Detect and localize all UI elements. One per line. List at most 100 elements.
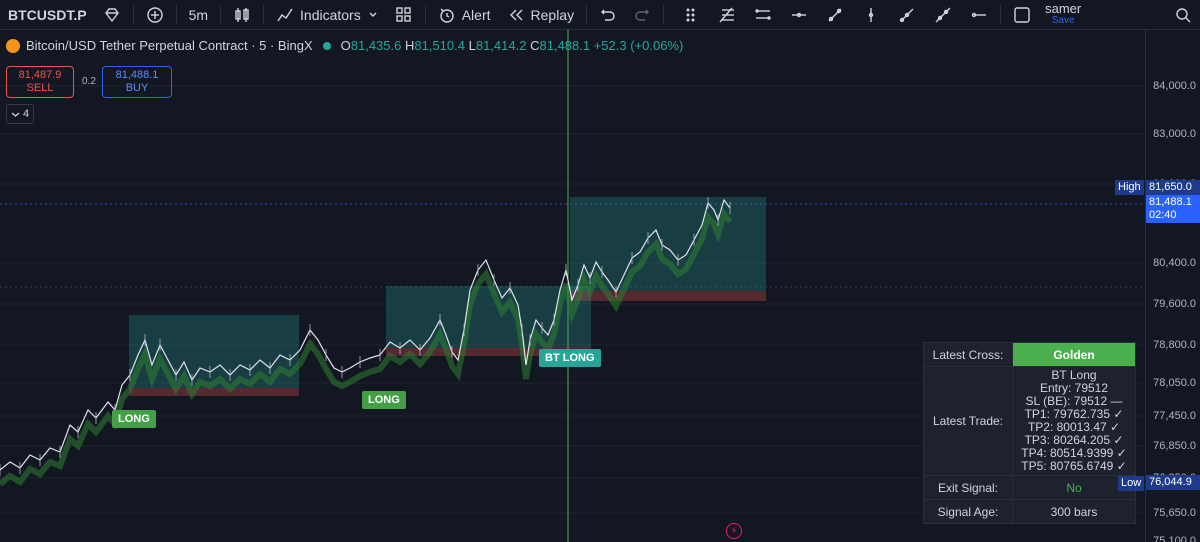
stop-loss-zone [129, 388, 299, 396]
symbol-title[interactable]: Bitcoin/USD Tether Perpetual Contract · … [26, 38, 313, 53]
compare-symbol-button[interactable] [95, 0, 129, 30]
low-label: L [468, 38, 476, 53]
price-tick-label: 77,450.0 [1153, 410, 1196, 422]
square-icon [1014, 6, 1030, 23]
search-icon [1176, 7, 1191, 22]
top-toolbar: BTCUSDT.P 5m Indicators Alert Replay sam… [0, 0, 1200, 30]
price-tick-label: 75,650.0 [1153, 507, 1196, 519]
toolbar-divider [663, 4, 665, 25]
price-axis[interactable]: 84,000.083,000.082,000.080,400.079,600.0… [1145, 30, 1200, 542]
high-label: H [404, 38, 415, 53]
extended-line-tool[interactable] [926, 0, 960, 30]
horizontal-ray-icon [971, 12, 987, 17]
buy-price: 81,488.1 [115, 69, 159, 81]
user-menu[interactable]: samer Save [1045, 0, 1082, 27]
horizontal-ray-tool-2[interactable] [962, 0, 996, 30]
bitcoin-icon [6, 38, 20, 53]
sell-button[interactable]: 81,487.9 SELL [6, 66, 74, 98]
toolbar-divider [132, 4, 134, 25]
bar-countdown: 02:40 [1149, 209, 1177, 221]
toolbar-divider [586, 4, 588, 25]
price-tick-label: 79,600.0 [1153, 298, 1196, 310]
sell-price: 81,487.9 [18, 69, 62, 81]
symbol-search[interactable]: BTCUSDT.P [0, 0, 95, 30]
open-label: O [340, 38, 351, 53]
high-price-badge: 81,650.0 [1146, 180, 1200, 195]
market-status-icon [322, 41, 331, 50]
price-tick-label: 78,800.0 [1153, 339, 1196, 351]
grid-icon [396, 6, 411, 22]
lightning-icon[interactable]: ⚡ [726, 523, 742, 539]
indicators-button[interactable]: Indicators [268, 0, 387, 30]
open-value: 81,435.6 [350, 38, 402, 53]
redo-button[interactable] [625, 0, 659, 30]
toolbar-divider [263, 4, 265, 25]
search-button[interactable] [1166, 0, 1200, 30]
interval-label: 5m [188, 6, 209, 23]
latest-cross-label: Latest Cross: [923, 342, 1013, 367]
price-tick-label: 75,100.0 [1153, 535, 1196, 542]
add-symbol-button[interactable] [138, 0, 172, 30]
price-tick-label: 80,400.0 [1153, 257, 1196, 269]
trend-line-tool[interactable] [818, 0, 852, 30]
long-signal-label[interactable]: LONG [112, 410, 156, 428]
toolbar-divider [175, 4, 177, 25]
undo-button[interactable] [591, 0, 625, 30]
trend-line-icon [828, 8, 842, 21]
latest-trade-label: Latest Trade: [923, 366, 1013, 476]
high-value: 81,510.4 [414, 38, 465, 53]
fib-tool[interactable] [710, 0, 744, 30]
extended-line-icon [935, 7, 951, 22]
layout-button[interactable] [1005, 0, 1039, 30]
price-tick-label: 78,050.0 [1153, 377, 1196, 389]
bt-long-signal-label[interactable]: BT LONG [539, 349, 601, 367]
table-row: Exit Signal: No [923, 475, 1136, 500]
interval-button[interactable]: 5m [181, 0, 216, 30]
vertical-line-icon [868, 7, 874, 22]
exit-signal-label: Exit Signal: [923, 475, 1013, 500]
low-price-badge: 76,044.9 [1146, 475, 1200, 490]
save-link[interactable]: Save [1052, 15, 1075, 27]
table-row: Latest Trade: BT Long Entry: 79512 SL (B… [923, 366, 1136, 476]
toolbar-divider [1000, 4, 1002, 25]
undo-icon [601, 9, 615, 21]
horizontal-line-icon [792, 12, 807, 17]
indicators-label: Indicators [300, 6, 361, 23]
table-row: Latest Cross: Golden [923, 342, 1136, 367]
ray-tool[interactable] [890, 0, 924, 30]
table-row: Signal Age: 300 bars [923, 499, 1136, 524]
replay-button[interactable]: Replay [499, 0, 583, 30]
price-tick-label: 84,000.0 [1153, 80, 1196, 92]
signal-age-value: 300 bars [1012, 499, 1136, 524]
current-price-value: 81,488.1 [1149, 196, 1192, 208]
alert-label: Alert [461, 6, 491, 23]
sell-label: SELL [26, 82, 54, 94]
buy-button[interactable]: 81,488.1 BUY [102, 66, 172, 98]
alarm-clock-icon [440, 8, 454, 23]
templates-button[interactable] [387, 0, 421, 30]
long-signal-label[interactable]: LONG [362, 391, 406, 409]
user-name: samer [1045, 0, 1082, 16]
spread-value: 0.2 [82, 76, 96, 87]
latest-trade-value: BT Long Entry: 79512 SL (BE): 79512 — TP… [1012, 366, 1136, 476]
stop-loss-zone [570, 291, 766, 301]
chart-legend: Bitcoin/USD Tether Perpetual Contract · … [6, 38, 683, 53]
parallel-channel-tool[interactable] [746, 0, 780, 30]
change-value: +52.3 (+0.06%) [593, 38, 684, 53]
indicators-collapse-button[interactable]: 4 [6, 104, 34, 124]
low-value: 81,414.2 [475, 38, 527, 53]
rewind-icon [509, 9, 523, 20]
replay-label: Replay [530, 6, 575, 23]
indicator-count: 4 [22, 108, 30, 120]
ray-icon [899, 8, 914, 22]
drag-handle[interactable] [674, 0, 708, 30]
low-tag: Low [1118, 476, 1145, 491]
vertical-line-tool[interactable] [854, 0, 888, 30]
toolbar-divider [220, 4, 222, 25]
indicators-icon [277, 8, 293, 21]
latest-cross-value: Golden [1012, 342, 1136, 367]
horizontal-ray-tool[interactable] [782, 0, 816, 30]
signal-info-table: Latest Cross: Golden Latest Trade: BT Lo… [923, 342, 1136, 524]
alert-button[interactable]: Alert [430, 0, 499, 30]
chart-type-button[interactable] [225, 0, 259, 30]
